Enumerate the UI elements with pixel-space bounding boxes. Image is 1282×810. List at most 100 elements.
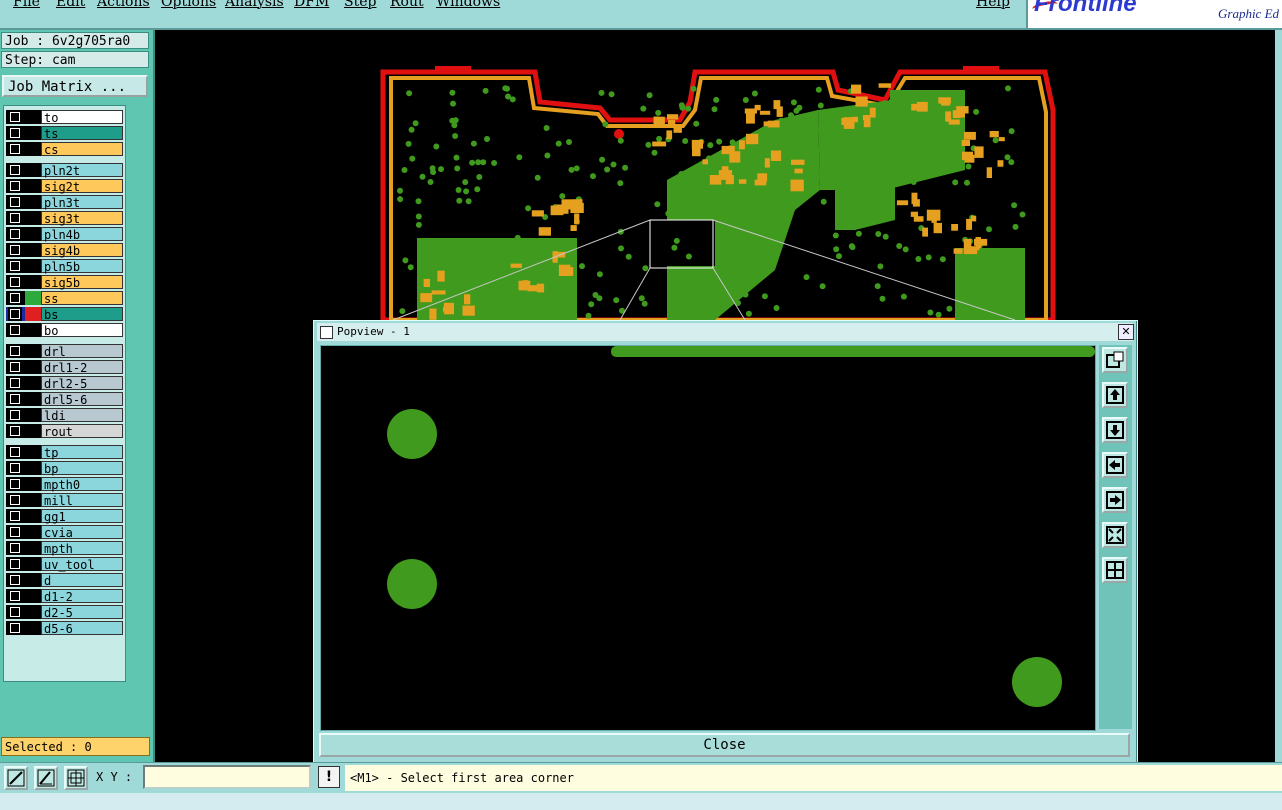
layer-checkbox[interactable] xyxy=(10,229,20,239)
layer-checkbox[interactable] xyxy=(10,426,20,436)
layer-row-sig5b[interactable]: sig5b xyxy=(6,275,125,290)
layer-color-swatch[interactable] xyxy=(25,307,41,321)
layer-color-swatch[interactable] xyxy=(25,344,41,358)
menu-windows[interactable]: Windows xyxy=(436,0,500,10)
layer-color-swatch[interactable] xyxy=(25,424,41,438)
layer-row-pln2t[interactable]: pln2t xyxy=(6,163,125,178)
layer-name[interactable]: sig2t xyxy=(41,179,123,194)
layer-color-swatch[interactable] xyxy=(25,195,41,209)
layer-color-swatch[interactable] xyxy=(25,541,41,555)
layer-name[interactable]: uv_tool xyxy=(41,557,123,572)
layer-color-swatch[interactable] xyxy=(25,126,41,140)
snap-icon[interactable] xyxy=(34,766,58,790)
layer-name[interactable]: drl1-2 xyxy=(41,360,123,375)
layer-checkbox[interactable] xyxy=(10,197,20,207)
layer-checkbox[interactable] xyxy=(10,128,20,138)
layer-checkbox[interactable] xyxy=(10,495,20,505)
layer-row-drl5-6[interactable]: drl5-6 xyxy=(6,392,125,407)
layer-name[interactable]: ss xyxy=(41,291,123,306)
xy-coordinate-input[interactable] xyxy=(143,765,311,789)
layer-row-mill[interactable]: mill xyxy=(6,493,125,508)
pan-up-icon[interactable] xyxy=(1102,382,1128,408)
layer-checkbox[interactable] xyxy=(10,378,20,388)
layer-checkbox[interactable] xyxy=(10,463,20,473)
layer-row-d5-6[interactable]: d5-6 xyxy=(6,621,125,636)
layer-row-gg1[interactable]: gg1 xyxy=(6,509,125,524)
layer-row-pln5b[interactable]: pln5b xyxy=(6,259,125,274)
layer-color-swatch[interactable] xyxy=(25,477,41,491)
layer-row-bo[interactable]: bo xyxy=(6,323,125,338)
menu-edit[interactable]: Edit xyxy=(56,0,85,10)
zoom-out-icon[interactable] xyxy=(1102,557,1128,583)
layer-name[interactable]: gg1 xyxy=(41,509,123,524)
layer-checkbox[interactable] xyxy=(10,591,20,601)
menu-help[interactable]: Help xyxy=(976,0,1010,10)
layer-name[interactable]: pln3t xyxy=(41,195,123,210)
pan-right-icon[interactable] xyxy=(1102,487,1128,513)
layer-checkbox[interactable] xyxy=(10,410,20,420)
layer-row-uv_tool[interactable]: uv_tool xyxy=(6,557,125,572)
layer-checkbox[interactable] xyxy=(10,479,20,489)
layer-name[interactable]: bo xyxy=(41,323,123,338)
layer-color-swatch[interactable] xyxy=(25,227,41,241)
layer-checkbox[interactable] xyxy=(10,112,20,122)
layer-checkbox[interactable] xyxy=(10,245,20,255)
pan-down-icon[interactable] xyxy=(1102,417,1128,443)
layer-row-ldi[interactable]: ldi xyxy=(6,408,125,423)
layer-row-pln4b[interactable]: pln4b xyxy=(6,227,125,242)
layer-checkbox[interactable] xyxy=(10,277,20,287)
layer-color-swatch[interactable] xyxy=(25,376,41,390)
layer-row-cs[interactable]: cs xyxy=(6,142,125,157)
layer-row-tp[interactable]: tp xyxy=(6,445,125,460)
layer-row-pln3t[interactable]: pln3t xyxy=(6,195,125,210)
menu-actions[interactable]: Actions xyxy=(97,0,150,10)
layer-checkbox[interactable] xyxy=(10,362,20,372)
layer-row-bp[interactable]: bp xyxy=(6,461,125,476)
layer-row-drl[interactable]: drl xyxy=(6,344,125,359)
layer-checkbox[interactable] xyxy=(10,543,20,553)
layer-color-swatch[interactable] xyxy=(25,392,41,406)
layer-checkbox[interactable] xyxy=(10,213,20,223)
layer-color-swatch[interactable] xyxy=(25,461,41,475)
layer-name[interactable]: sig4b xyxy=(41,243,123,258)
layer-checkbox[interactable] xyxy=(10,165,20,175)
layer-color-swatch[interactable] xyxy=(25,605,41,619)
layer-checkbox[interactable] xyxy=(10,527,20,537)
layer-color-swatch[interactable] xyxy=(25,323,41,337)
layer-name[interactable]: cvia xyxy=(41,525,123,540)
layer-checkbox[interactable] xyxy=(10,325,20,335)
layer-color-swatch[interactable] xyxy=(25,573,41,587)
layer-name[interactable]: drl5-6 xyxy=(41,392,123,407)
layer-checkbox[interactable] xyxy=(10,181,20,191)
layer-checkbox[interactable] xyxy=(10,575,20,585)
layer-row-sig3t[interactable]: sig3t xyxy=(6,211,125,226)
layer-row-ts[interactable]: ts xyxy=(6,126,125,141)
popview-titlebar[interactable]: Popview - 1 ✕ xyxy=(317,323,1134,341)
layer-checkbox[interactable] xyxy=(10,607,20,617)
close-icon[interactable]: ✕ xyxy=(1118,324,1134,340)
layer-color-swatch[interactable] xyxy=(25,275,41,289)
layer-checkbox[interactable] xyxy=(10,511,20,521)
layer-row-ss[interactable]: ss xyxy=(6,291,125,306)
layer-row-drl1-2[interactable]: drl1-2 xyxy=(6,360,125,375)
layer-name[interactable]: mpth0 xyxy=(41,477,123,492)
pan-left-icon[interactable] xyxy=(1102,452,1128,478)
layer-name[interactable]: tp xyxy=(41,445,123,460)
layer-color-swatch[interactable] xyxy=(25,557,41,571)
layer-color-swatch[interactable] xyxy=(25,142,41,156)
layer-name[interactable]: to xyxy=(41,110,123,125)
layer-color-swatch[interactable] xyxy=(25,360,41,374)
layer-name[interactable]: bp xyxy=(41,461,123,476)
zoom-in-icon[interactable] xyxy=(1102,522,1128,548)
layer-name[interactable]: sig3t xyxy=(41,211,123,226)
layer-name[interactable]: mpth xyxy=(41,541,123,556)
layer-row-to[interactable]: to xyxy=(6,110,125,125)
layer-row-drl2-5[interactable]: drl2-5 xyxy=(6,376,125,391)
layer-checkbox[interactable] xyxy=(10,623,20,633)
menu-step[interactable]: Step xyxy=(344,0,376,10)
layer-color-swatch[interactable] xyxy=(25,445,41,459)
layer-name[interactable]: bs xyxy=(41,307,123,322)
menu-dfm[interactable]: DFM xyxy=(294,0,329,10)
layer-checkbox[interactable] xyxy=(10,346,20,356)
menu-analysis[interactable]: Analysis xyxy=(225,0,284,10)
